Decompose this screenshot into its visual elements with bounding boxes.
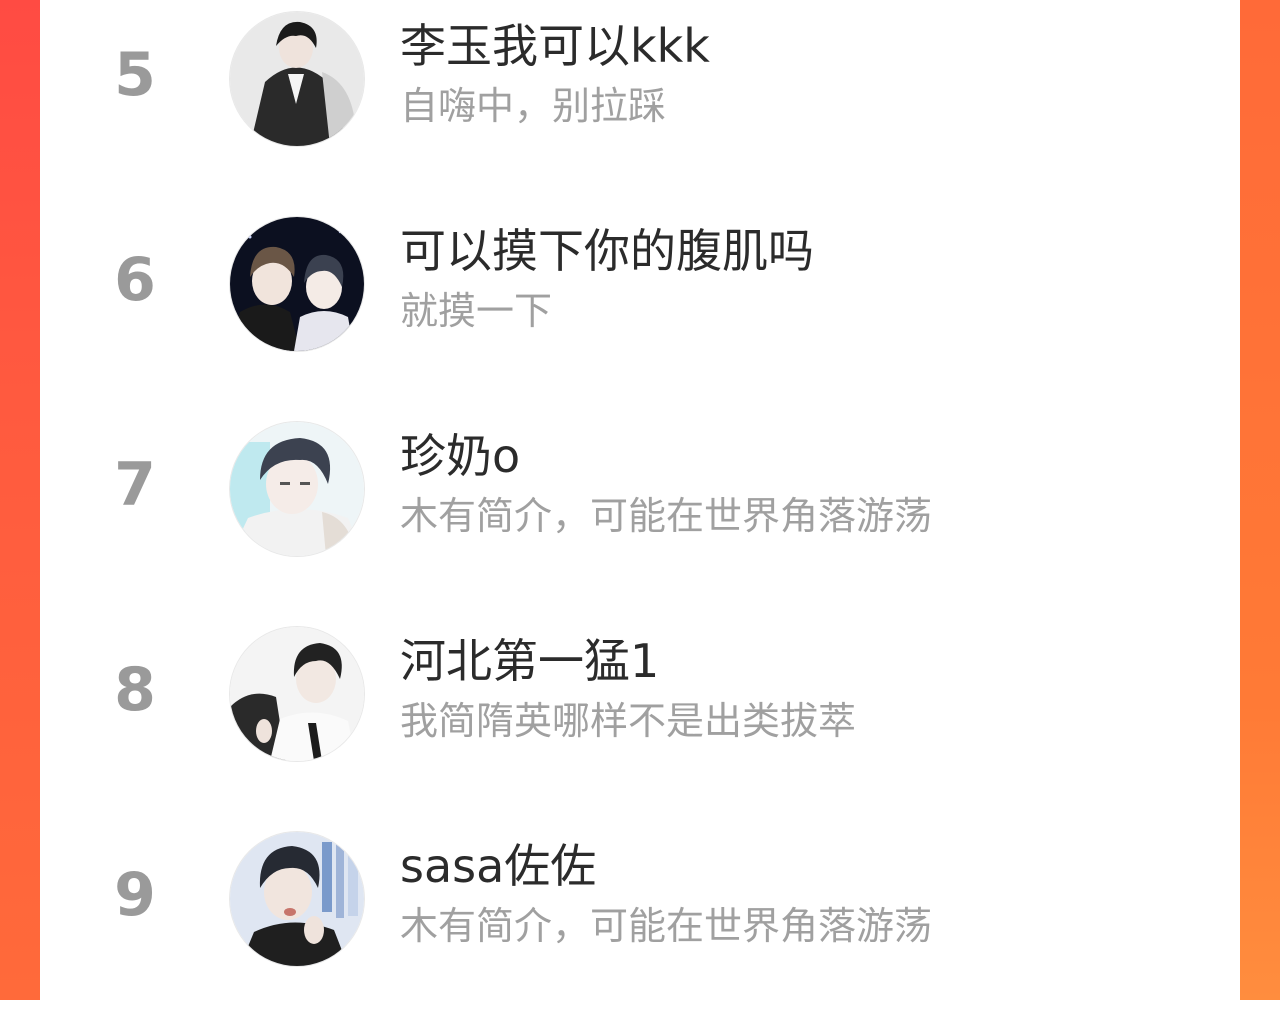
anime-avatar-icon[interactable] xyxy=(230,627,364,761)
user-name[interactable]: 李玉我可以kkk xyxy=(400,18,710,74)
rank-number: 7 xyxy=(114,450,156,520)
user-name[interactable]: 河北第一猛1 xyxy=(400,633,659,689)
user-name[interactable]: sasa佐佐 xyxy=(400,838,596,894)
user-name[interactable]: 可以摸下你的腹肌吗 xyxy=(400,223,814,279)
rank-number: 8 xyxy=(114,655,156,725)
list-item[interactable]: 5 李玉我可以kkk 自嗨中，别拉踩 xyxy=(40,0,1240,205)
anime-avatar-icon[interactable] xyxy=(230,217,364,351)
list-item[interactable]: 6 可以摸下你的腹肌吗 就摸一下 xyxy=(40,205,1240,410)
anime-avatar-icon[interactable] xyxy=(230,422,364,556)
right-accent-bar xyxy=(1238,0,1280,1000)
user-bio: 自嗨中，别拉踩 xyxy=(400,84,667,128)
rank-number: 5 xyxy=(114,40,156,110)
user-bio: 就摸一下 xyxy=(400,289,553,333)
ranking-list-panel: 5 李玉我可以kkk 自嗨中，别拉踩 6 可以摸下你的腹肌吗 就摸一下 7 珍奶… xyxy=(40,0,1240,1000)
list-item[interactable]: 8 河北第一猛1 我简隋英哪样不是出类拔萃 xyxy=(40,615,1240,820)
rank-number: 6 xyxy=(114,245,156,315)
user-bio: 木有简介，可能在世界角落游荡 xyxy=(400,494,933,538)
rank-number: 9 xyxy=(114,860,156,930)
list-item[interactable]: 9 sasa佐佐 木有简介，可能在世界角落游荡 xyxy=(40,820,1240,1025)
user-bio: 木有简介，可能在世界角落游荡 xyxy=(400,904,933,948)
list-item[interactable]: 7 珍奶o 木有简介，可能在世界角落游荡 xyxy=(40,410,1240,615)
anime-avatar-icon[interactable] xyxy=(230,832,364,966)
anime-avatar-icon[interactable] xyxy=(230,12,364,146)
user-bio: 我简隋英哪样不是出类拔萃 xyxy=(400,699,857,743)
user-name[interactable]: 珍奶o xyxy=(400,428,520,484)
